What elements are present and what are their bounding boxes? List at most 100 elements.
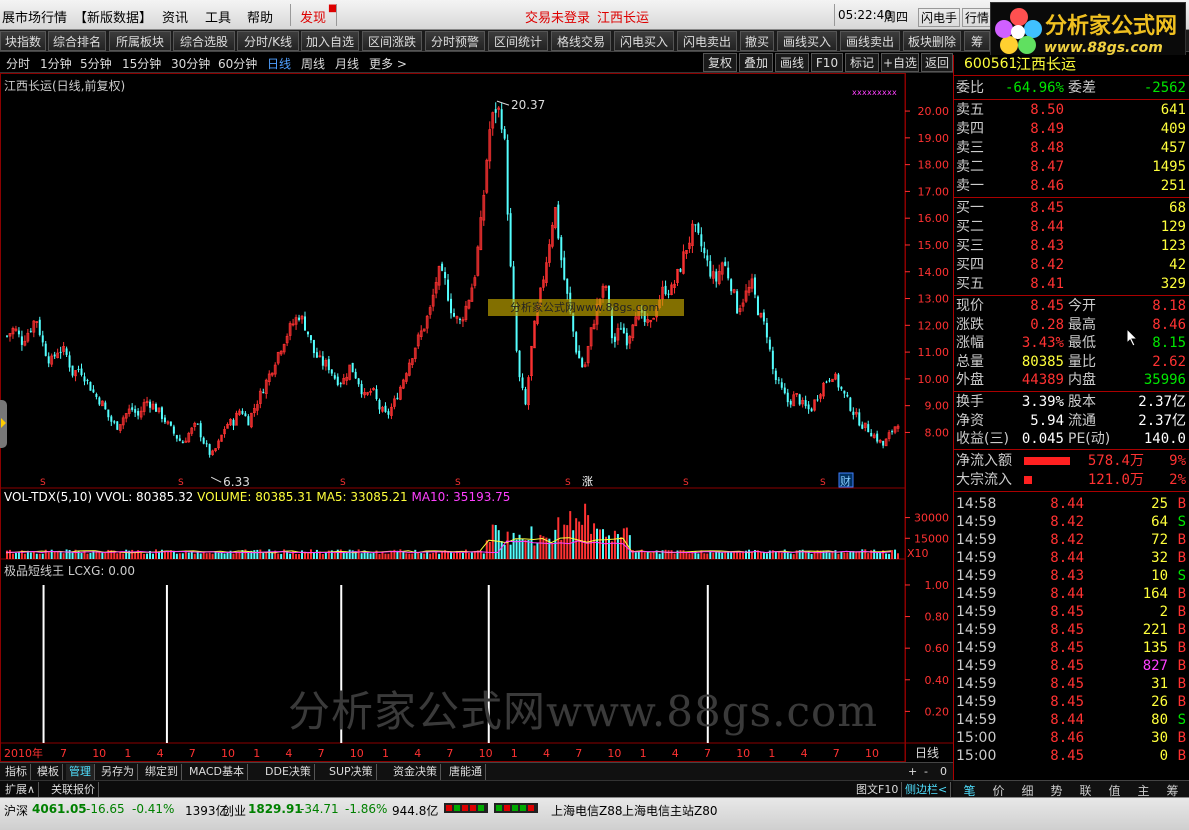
candle <box>863 422 867 432</box>
candle <box>372 387 375 391</box>
toolbar-sector[interactable]: 所属板块 <box>109 31 171 51</box>
period-60min[interactable]: 60分钟 <box>218 55 257 72</box>
zoom-control-1[interactable]: - <box>921 764 931 780</box>
candle-body <box>110 416 113 422</box>
f10-button[interactable]: F10 <box>811 53 843 72</box>
tab-7[interactable]: SUP决策 <box>326 764 377 780</box>
overlay-button[interactable]: 叠加 <box>739 53 773 72</box>
menu-news[interactable]: 资讯 <box>162 7 188 26</box>
volume-bar <box>116 553 119 559</box>
candle-body <box>518 350 521 378</box>
candle <box>83 372 86 386</box>
f10-tab[interactable]: 图文F10 <box>853 782 903 798</box>
volume-bar <box>780 552 783 559</box>
tab-6[interactable]: DDE决策 <box>262 764 315 780</box>
volume-bar <box>846 552 849 559</box>
volume-bar <box>450 551 453 559</box>
tab-9[interactable]: 唐能通 <box>446 764 486 780</box>
candle <box>810 407 813 412</box>
candle <box>509 207 512 268</box>
period-monthly[interactable]: 月线 <box>335 55 359 72</box>
menu-market[interactable]: 展市场行情 <box>2 7 67 26</box>
back-button[interactable]: 返回 <box>921 53 953 72</box>
indicator-name[interactable]: 极品短线王 <box>4 564 64 578</box>
adjust-button[interactable]: 复权 <box>703 53 737 72</box>
tick-time: 15:00 <box>956 748 997 764</box>
zoom-control-0[interactable]: + <box>905 764 920 780</box>
tick-time: 14:59 <box>956 640 997 656</box>
candle <box>208 443 211 458</box>
tab-2[interactable]: 管理 <box>66 764 95 780</box>
market-button[interactable]: 行情 <box>962 8 993 27</box>
flash-trade-button[interactable]: 闪电手 <box>918 8 961 27</box>
toolbar-rank[interactable]: 综合排名 <box>48 31 106 51</box>
toolbar-cancel-buy[interactable]: 撤买 <box>740 31 774 51</box>
tab-0[interactable]: 指标 <box>2 764 31 780</box>
candle-body <box>44 343 47 356</box>
period-5min[interactable]: 5分钟 <box>80 55 112 72</box>
expand-tab[interactable]: 扩展∧ <box>2 782 40 798</box>
indicator-tabs: 指标 模板 管理 另存为 绑定到 MACD基本 DDE决策 SUP决策 资金决策 唐能通 + -0 <box>0 762 953 780</box>
menu-help[interactable]: 帮助 <box>247 7 273 26</box>
fund-value: 3.39% <box>1021 394 1064 410</box>
toolbar-add-watch[interactable]: 加入自选 <box>301 31 359 51</box>
add-watch-button[interactable]: +自选 <box>881 53 919 72</box>
toolbar-sector-index[interactable]: 块指数 <box>0 31 46 51</box>
tab-5[interactable]: MACD基本 <box>186 764 248 780</box>
high-price-label: 20.37 <box>511 98 545 112</box>
volume-bar <box>828 552 831 559</box>
server-1[interactable]: 上海电信Z88 <box>551 802 623 819</box>
period-intraday[interactable]: 分时 <box>6 55 30 72</box>
candle-body <box>92 389 95 393</box>
tab-4[interactable]: 绑定到 <box>142 764 182 780</box>
volume-bar <box>86 553 89 559</box>
candle <box>80 363 83 377</box>
toolbar-stock-pick[interactable]: 综合选股 <box>173 31 235 51</box>
toolbar-range-change[interactable]: 区间涨跌 <box>362 31 422 51</box>
toolbar-grid-trade[interactable]: 格线交易 <box>551 31 611 51</box>
volume-bar <box>792 554 795 559</box>
period-more[interactable]: 更多 > <box>369 55 407 72</box>
menu-tools[interactable]: 工具 <box>205 7 231 26</box>
login-status[interactable]: 交易未登录 <box>525 7 590 26</box>
sidebar-tab[interactable]: 侧边栏< <box>902 782 952 798</box>
toolbar-kline[interactable]: 分时/K线 <box>237 31 299 51</box>
draw-button[interactable]: 画线 <box>775 53 809 72</box>
volume-bar <box>14 552 17 559</box>
period-1min[interactable]: 1分钟 <box>40 55 72 72</box>
toolbar-flash-sell[interactable]: 闪电卖出 <box>677 31 737 51</box>
toolbar-chip[interactable]: 筹 <box>964 31 990 51</box>
sell-volume: 457 <box>1160 140 1186 156</box>
tab-3[interactable]: 另存为 <box>98 764 138 780</box>
candle-body <box>232 419 235 426</box>
toolbar-alert[interactable]: 分时预警 <box>425 31 485 51</box>
menu-newdata[interactable]: 【新版数据】 <box>74 7 152 26</box>
left-splitter-handle[interactable] <box>0 400 7 448</box>
period-30min[interactable]: 30分钟 <box>171 55 210 72</box>
candle <box>157 407 161 414</box>
candle <box>11 326 15 339</box>
toolbar-line-buy[interactable]: 画线买入 <box>777 31 837 51</box>
tick-price: 8.42 <box>1050 532 1084 548</box>
buy-level-row: 买一 8.45 68 <box>954 199 1189 217</box>
candle <box>488 121 492 169</box>
toolbar-flash-buy[interactable]: 闪电买入 <box>614 31 674 51</box>
period-15min[interactable]: 15分钟 <box>122 55 161 72</box>
tab-8[interactable]: 资金决策 <box>390 764 441 780</box>
toolbar-range-stat[interactable]: 区间统计 <box>488 31 548 51</box>
server-2[interactable]: 上海电信主站Z80 <box>622 802 718 819</box>
toolbar-sector-delete[interactable]: 板块删除 <box>903 31 961 51</box>
tick-volume: 164 <box>1142 586 1168 602</box>
vol-indicator-name[interactable]: VOL-TDX(5,10) <box>4 490 92 504</box>
mark-button[interactable]: 标记 <box>845 53 879 72</box>
period-weekly[interactable]: 周线 <box>301 55 325 72</box>
kline-chart[interactable]: 20.0019.0018.0017.0016.0015.0014.0013.00… <box>0 73 953 763</box>
related-quote-tab[interactable]: 关联报价 <box>48 782 99 798</box>
zoom-control-2[interactable]: 0 <box>937 764 950 780</box>
period-daily[interactable]: 日线 <box>267 55 291 72</box>
volume-bar <box>175 553 178 559</box>
tab-1[interactable]: 模板 <box>34 764 63 780</box>
candle-body <box>762 312 765 322</box>
menu-discover[interactable]: 发现 <box>300 7 326 26</box>
toolbar-line-sell[interactable]: 画线卖出 <box>840 31 900 51</box>
